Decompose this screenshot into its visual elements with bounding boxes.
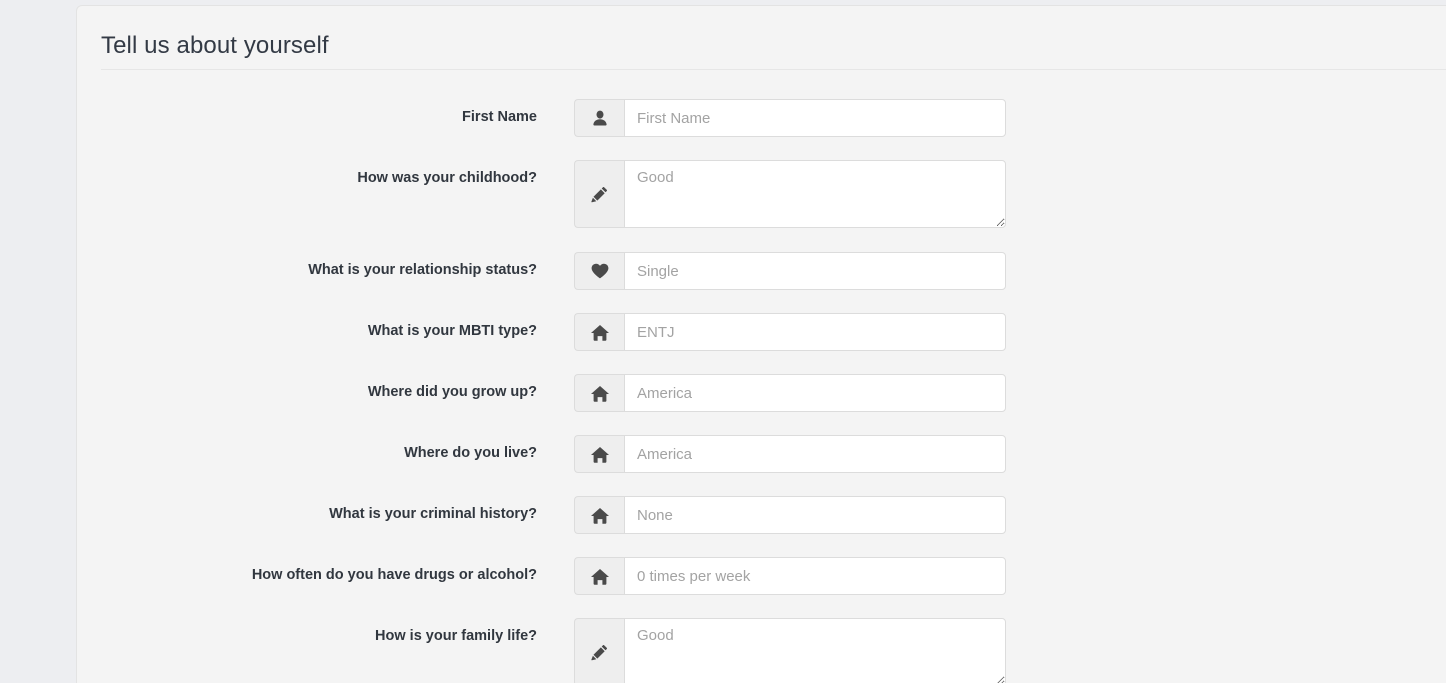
input-group-residence (574, 435, 1006, 473)
home-icon (574, 557, 624, 595)
form-row-criminal-history: What is your criminal history? (77, 486, 1446, 547)
label-criminal-history: What is your criminal history? (329, 506, 537, 522)
input-family-life[interactable] (624, 618, 1006, 683)
label-mbti-type: What is your MBTI type? (367, 323, 537, 339)
user-icon (574, 99, 624, 137)
label-relationship-status: What is your relationship status? (308, 262, 537, 278)
form-row-substance-frequency: How often do you have drugs or alcohol? (77, 547, 1446, 608)
input-mbti-type[interactable] (624, 313, 1006, 351)
home-icon (574, 374, 624, 412)
label-first-name: First Name (462, 109, 537, 125)
form-row-mbti-type: What is your MBTI type? (77, 303, 1446, 364)
input-relationship-status[interactable] (624, 252, 1006, 290)
form-row-residence: Where do you live? (77, 425, 1446, 486)
home-icon (574, 313, 624, 351)
heart-icon (574, 252, 624, 290)
profile-form: First Name How was your childhood? What is… (77, 89, 1446, 683)
input-criminal-history[interactable] (624, 496, 1006, 534)
input-group-mbti-type (574, 313, 1006, 351)
input-group-grew-up (574, 374, 1006, 412)
label-childhood: How was your childhood? (357, 170, 537, 186)
label-family-life: How is your family life? (375, 628, 537, 644)
input-grew-up[interactable] (624, 374, 1006, 412)
input-group-criminal-history (574, 496, 1006, 534)
form-panel: Tell us about yourself First Name How was… (76, 5, 1446, 683)
page-title: Tell us about yourself (101, 32, 329, 59)
form-row-family-life: How is your family life? (77, 608, 1446, 683)
form-row-relationship-status: What is your relationship status? (77, 242, 1446, 303)
input-group-relationship-status (574, 252, 1006, 290)
pencil-icon (574, 160, 624, 228)
title-divider (101, 69, 1446, 70)
input-group-first-name (574, 99, 1006, 137)
form-row-childhood: How was your childhood? (77, 150, 1446, 242)
input-substance-frequency[interactable] (624, 557, 1006, 595)
label-grew-up: Where did you grow up? (367, 384, 537, 400)
label-substance-frequency: How often do you have drugs or alcohol? (251, 567, 537, 583)
input-residence[interactable] (624, 435, 1006, 473)
input-group-family-life (574, 618, 1006, 683)
viewport: Tell us about yourself First Name How was… (0, 0, 1446, 683)
input-childhood[interactable] (624, 160, 1006, 228)
input-first-name[interactable] (624, 99, 1006, 137)
form-row-grew-up: Where did you grow up? (77, 364, 1446, 425)
input-group-substance-frequency (574, 557, 1006, 595)
home-icon (574, 496, 624, 534)
home-icon (574, 435, 624, 473)
form-row-first-name: First Name (77, 89, 1446, 150)
input-group-childhood (574, 160, 1006, 228)
label-residence: Where do you live? (404, 445, 537, 461)
pencil-icon (574, 618, 624, 683)
